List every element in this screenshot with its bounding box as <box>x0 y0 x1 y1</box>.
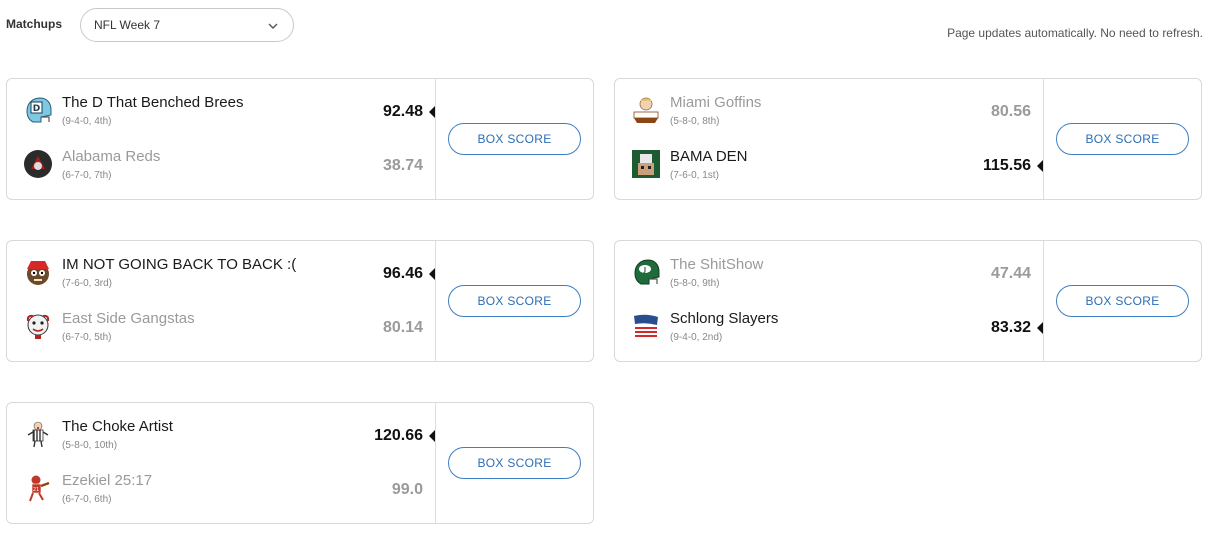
team-logo-icon: 21 <box>29 475 50 502</box>
svg-text:J: J <box>643 267 646 274</box>
matchup-card: The Choke Artist (5-8-0, 10th) 120.66 21… <box>6 402 594 524</box>
box-score-button[interactable]: BOX SCORE <box>1056 123 1189 155</box>
team-row[interactable]: The Choke Artist (5-8-0, 10th) 120.66 <box>7 411 435 465</box>
team-logo-icon: D <box>26 97 52 123</box>
team-name: The D That Benched Brees <box>62 94 244 111</box>
team-record: (6-7-0, 7th) <box>62 170 112 181</box>
team-name: Alabama Reds <box>62 148 161 165</box>
chevron-down-icon <box>268 23 278 29</box>
team-row[interactable]: Schlong Slayers (9-4-0, 2nd) 83.32 <box>615 303 1043 357</box>
team-record: (5-8-0, 8th) <box>670 116 720 127</box>
team-logo-icon <box>633 97 659 123</box>
team-logo-icon <box>26 314 50 339</box>
team-logo-icon <box>27 261 49 285</box>
team-record: (9-4-0, 4th) <box>62 116 112 127</box>
team-name: The ShitShow <box>670 256 764 273</box>
box-score-button[interactable]: BOX SCORE <box>1056 285 1189 317</box>
box-score-button[interactable]: BOX SCORE <box>448 447 581 479</box>
team-logo-icon <box>27 421 49 448</box>
team-score: 115.56 <box>982 157 1031 174</box>
matchup-card: IM NOT GOING BACK TO BACK :( (7-6-0, 3rd… <box>6 240 594 362</box>
team-row[interactable]: BAMA DEN (7-6-0, 1st) 115.56 <box>615 141 1043 195</box>
box-score-button[interactable]: BOX SCORE <box>448 285 581 317</box>
matchup-card: D The D That Benched Brees (9-4-0, 4th) … <box>6 78 594 200</box>
team-score: 99.0 <box>391 481 423 498</box>
team-score: 96.46 <box>382 265 423 282</box>
team-score: 120.66 <box>374 427 423 444</box>
team-row[interactable]: D The D That Benched Brees (9-4-0, 4th) … <box>7 87 435 141</box>
week-select[interactable]: NFL Week 7 <box>80 8 294 42</box>
card-divider <box>435 241 436 361</box>
team-logo-icon <box>24 150 52 178</box>
team-record: (5-8-0, 9th) <box>670 278 720 289</box>
matchup-card: J The ShitShow (5-8-0, 9th) 47.44 Schlon… <box>614 240 1202 362</box>
team-row[interactable]: J The ShitShow (5-8-0, 9th) 47.44 <box>615 249 1043 303</box>
team-row[interactable]: IM NOT GOING BACK TO BACK :( (7-6-0, 3rd… <box>7 249 435 303</box>
team-name: East Side Gangstas <box>62 310 195 327</box>
team-name: Miami Goffins <box>670 94 762 111</box>
box-score-button[interactable]: BOX SCORE <box>448 123 581 155</box>
team-score: 80.14 <box>382 319 423 336</box>
team-name: BAMA DEN <box>670 148 748 165</box>
team-name: Schlong Slayers <box>670 310 779 327</box>
card-divider <box>435 403 436 523</box>
team-record: (7-6-0, 1st) <box>670 170 719 181</box>
card-divider <box>1043 241 1044 361</box>
team-name: The Choke Artist <box>62 418 173 435</box>
team-name: Ezekiel 25:17 <box>62 472 153 489</box>
team-score: 38.74 <box>382 157 423 174</box>
team-score: 92.48 <box>382 103 423 120</box>
team-record: (5-8-0, 10th) <box>62 440 118 451</box>
card-divider <box>1043 79 1044 199</box>
team-row[interactable]: Alabama Reds (6-7-0, 7th) 38.74 <box>7 141 435 195</box>
team-record: (7-6-0, 3rd) <box>62 278 113 289</box>
team-record: (9-4-0, 2nd) <box>670 332 723 343</box>
week-select-value: NFL Week 7 <box>94 18 161 32</box>
team-score: 47.44 <box>990 265 1031 282</box>
header-bar: Matchups NFL Week 7 Page updates automat… <box>0 0 1215 50</box>
svg-text:21: 21 <box>33 487 39 493</box>
team-name: IM NOT GOING BACK TO BACK :( <box>62 256 297 273</box>
team-record: (6-7-0, 6th) <box>62 494 112 505</box>
team-score: 80.56 <box>990 103 1031 120</box>
team-logo-icon: J <box>634 259 660 285</box>
team-row[interactable]: Miami Goffins (5-8-0, 8th) 80.56 <box>615 87 1043 141</box>
matchups-label: Matchups <box>6 17 63 31</box>
team-row[interactable]: 21 Ezekiel 25:17 (6-7-0, 6th) 99.0 <box>7 465 435 519</box>
team-score: 83.32 <box>990 319 1031 336</box>
team-row[interactable]: East Side Gangstas (6-7-0, 5th) 80.14 <box>7 303 435 357</box>
matchup-card: Miami Goffins (5-8-0, 8th) 80.56 BAMA DE… <box>614 78 1202 200</box>
svg-text:D: D <box>33 104 40 114</box>
card-divider <box>435 79 436 199</box>
team-record: (6-7-0, 5th) <box>62 332 112 343</box>
auto-update-note: Page updates automatically. No need to r… <box>947 26 1203 40</box>
team-logo-icon <box>632 150 660 178</box>
team-logo-icon <box>634 314 658 337</box>
